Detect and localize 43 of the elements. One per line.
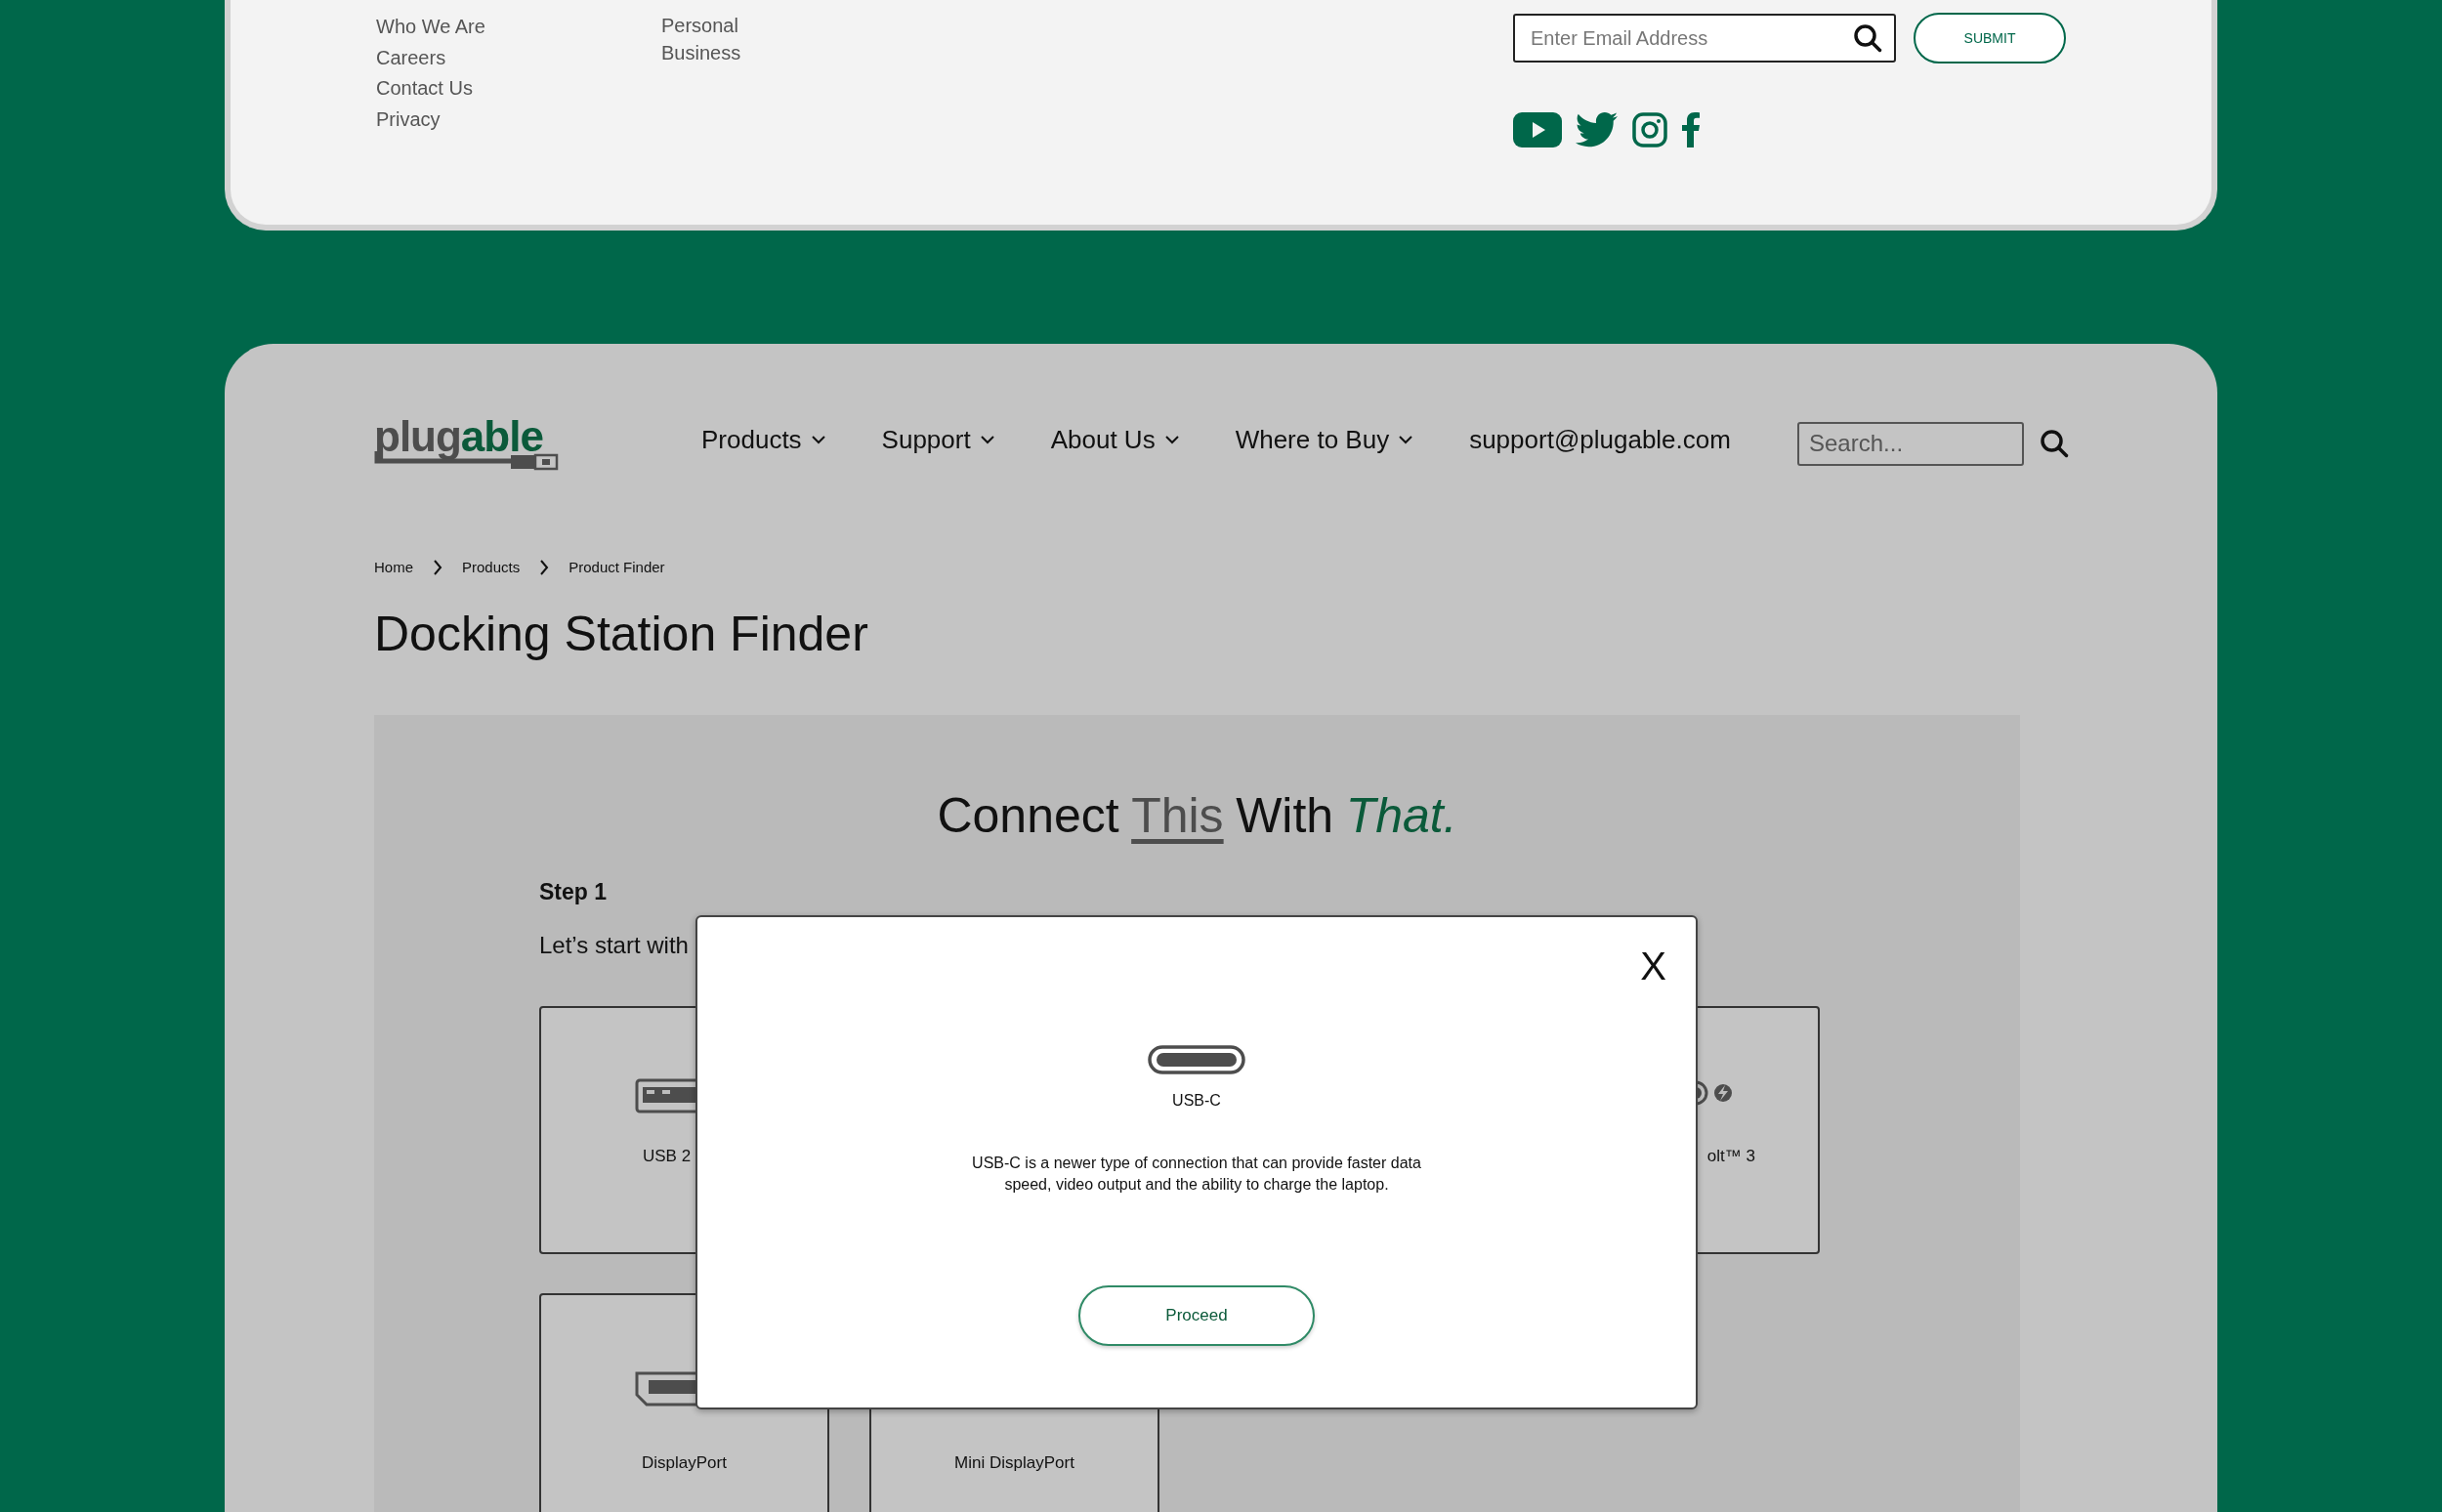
footer-link[interactable]: Contact Us — [376, 73, 661, 105]
breadcrumb-link[interactable]: Home — [374, 559, 413, 575]
nav-link[interactable]: support@plugable.com — [1469, 424, 1731, 455]
port-label: olt™ 3 — [1705, 1147, 1756, 1166]
caret-icon — [980, 435, 994, 444]
search-icon[interactable] — [1853, 23, 1882, 53]
footer-link[interactable]: Business — [661, 39, 741, 66]
caret-icon — [811, 435, 825, 444]
nav-link[interactable]: Support — [881, 424, 994, 455]
search-icon[interactable] — [2040, 429, 2069, 458]
port-label: Mini DisplayPort — [953, 1453, 1075, 1473]
step-label: Step 1 — [539, 879, 609, 905]
footer-link[interactable]: Privacy — [376, 104, 661, 135]
port-description: USB-C is a newer type of connection that can provide faster data speed, video output and the ability to charge the laptop. — [971, 1154, 1422, 1195]
chevron-icon — [539, 559, 550, 575]
port-label: USB 2 — [642, 1147, 693, 1166]
proceed-button[interactable]: Proceed — [1078, 1285, 1315, 1346]
finder-heading: Connect This With That. — [936, 787, 1458, 845]
port-label: DisplayPort — [641, 1453, 728, 1473]
breadcrumb-link[interactable]: Products — [462, 559, 521, 575]
step-prompt: Let’s start with — [539, 932, 690, 959]
chevron-icon — [433, 559, 442, 575]
breadcrumb-link[interactable]: Product Finder — [568, 559, 665, 575]
footer-link[interactable]: Careers — [376, 42, 661, 73]
caret-icon — [1164, 435, 1179, 444]
bird-icon[interactable] — [1576, 112, 1619, 147]
instagram-icon[interactable] — [1632, 112, 1667, 147]
close-button[interactable]: X — [1636, 946, 1670, 986]
logo-text[interactable]: plugable — [374, 416, 565, 457]
email-field[interactable]: Enter Email Address — [1513, 14, 1896, 63]
page-title: Docking Station Finder — [374, 606, 869, 663]
footer-link[interactable]: Personal — [661, 12, 741, 39]
port-name: USB-C — [1172, 1092, 1221, 1110]
facebook-icon[interactable] — [1681, 112, 1701, 147]
nav-link[interactable]: Products — [701, 424, 825, 455]
usb-c-port-icon — [1148, 1045, 1245, 1074]
search-field[interactable]: Search... — [1797, 421, 2024, 466]
youtube-icon[interactable] — [1513, 112, 1562, 147]
nav-link[interactable]: Where to Buy — [1235, 424, 1413, 455]
nav-link[interactable]: About Us — [1050, 424, 1179, 455]
submit-button[interactable]: SUBMIT — [1914, 13, 2066, 63]
footer-link[interactable]: Who We Are — [376, 12, 661, 43]
caret-icon — [1399, 435, 1413, 444]
